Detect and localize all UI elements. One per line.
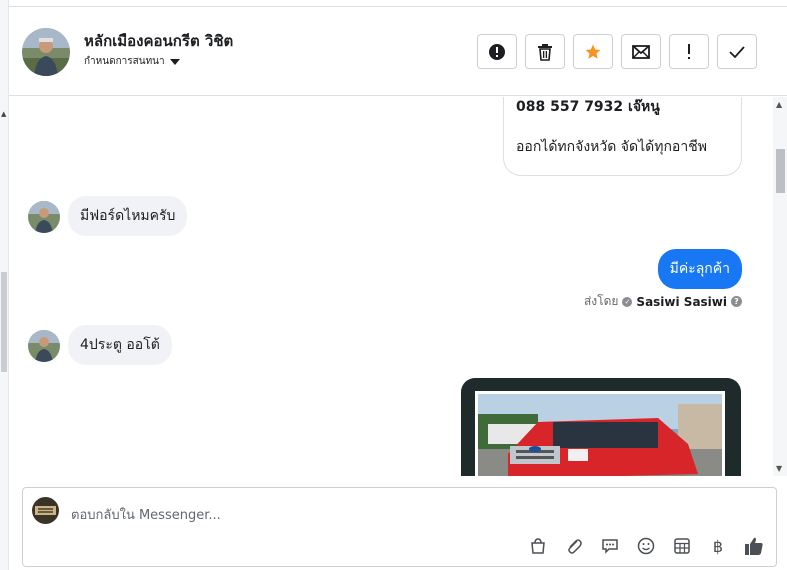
reply-input[interactable]: ตอบกลับใน Messenger... xyxy=(71,504,221,525)
thread-scrollbar-thumb[interactable] xyxy=(776,149,785,193)
outgoing-photo-message[interactable] xyxy=(461,378,741,476)
envelope-icon xyxy=(632,44,650,59)
contact-message-avatar xyxy=(28,330,60,362)
contact-name[interactable]: หลักเมืองคอนกรีต วิชิต xyxy=(84,29,233,53)
scroll-up-arrow-icon[interactable]: ▲ xyxy=(776,100,782,109)
check-icon xyxy=(729,45,745,58)
report-button[interactable] xyxy=(477,34,517,69)
header-action-bar xyxy=(477,34,757,69)
page-avatar xyxy=(32,497,59,524)
sent-by-info: ส่งโดย ✓ Sasiwi Sasiwi ? xyxy=(584,292,742,311)
contact-message-avatar xyxy=(28,201,60,233)
conversation-settings-dropdown[interactable]: กำหนดการสนทนา xyxy=(84,54,180,69)
delete-button[interactable] xyxy=(525,34,565,69)
incoming-message-bubble: 4ประตู ออโต้ xyxy=(68,325,172,365)
contact-avatar[interactable] xyxy=(22,28,70,76)
card-phone-line: 088 557 7932 เจ๊หนู xyxy=(516,99,660,115)
thread-scrollbar[interactable]: ▲ ▼ xyxy=(773,97,787,476)
conversation-settings-label: กำหนดการสนทนา xyxy=(84,56,165,67)
exclamation-icon xyxy=(688,43,690,59)
spam-button[interactable] xyxy=(669,34,709,69)
left-panel-strip: ▲ xyxy=(0,0,9,570)
scroll-down-arrow-icon[interactable]: ▼ xyxy=(776,464,782,473)
chevron-down-icon xyxy=(169,58,180,65)
red-pickup-truck-image xyxy=(478,394,722,476)
trash-icon xyxy=(538,43,552,61)
speech-bubble-icon[interactable] xyxy=(599,535,621,557)
incoming-message-bubble: มีฟอร์ดไหมครับ xyxy=(68,196,188,236)
mark-unread-button[interactable] xyxy=(621,34,661,69)
card-description-line: ออกได้ทกจังหวัด จัดได้ทุกอาชีพ xyxy=(516,139,707,155)
alert-circle-icon xyxy=(489,43,505,60)
thumbs-up-icon[interactable] xyxy=(743,535,765,557)
outgoing-message-bubble: มีค่ะลุกค้า xyxy=(657,249,742,289)
star-button[interactable] xyxy=(573,34,613,69)
sent-by-label: ส่งโดย xyxy=(583,294,619,308)
photo-frame xyxy=(475,391,725,476)
done-button[interactable] xyxy=(717,34,757,69)
star-icon xyxy=(585,44,601,59)
message-thread: 088 557 7932 เจ๊หนู ออกได้ทกจังหวัด จัดไ… xyxy=(9,97,787,476)
sender-name[interactable]: Sasiwi Sasiwi xyxy=(636,295,727,309)
emoji-icon[interactable] xyxy=(635,535,657,557)
table-icon[interactable] xyxy=(671,535,693,557)
check-circle-icon: ✓ xyxy=(622,296,633,307)
left-scrollbar-thumb[interactable] xyxy=(1,272,7,372)
bag-icon[interactable] xyxy=(527,535,549,557)
baht-icon[interactable]: ฿ xyxy=(707,535,729,557)
paperclip-icon[interactable] xyxy=(563,535,585,557)
outgoing-message-card: 088 557 7932 เจ๊หนู ออกได้ทกจังหวัด จัดไ… xyxy=(503,97,742,176)
scroll-up-icon[interactable]: ▲ xyxy=(1,110,6,118)
composer-toolbar: ฿ xyxy=(527,535,765,557)
reply-composer: ตอบกลับใน Messenger... ฿ xyxy=(22,487,777,567)
help-icon[interactable]: ? xyxy=(731,296,742,307)
conversation-header: หลักเมืองคอนกรีต วิชิต กำหนดการสนทนา xyxy=(9,6,787,96)
